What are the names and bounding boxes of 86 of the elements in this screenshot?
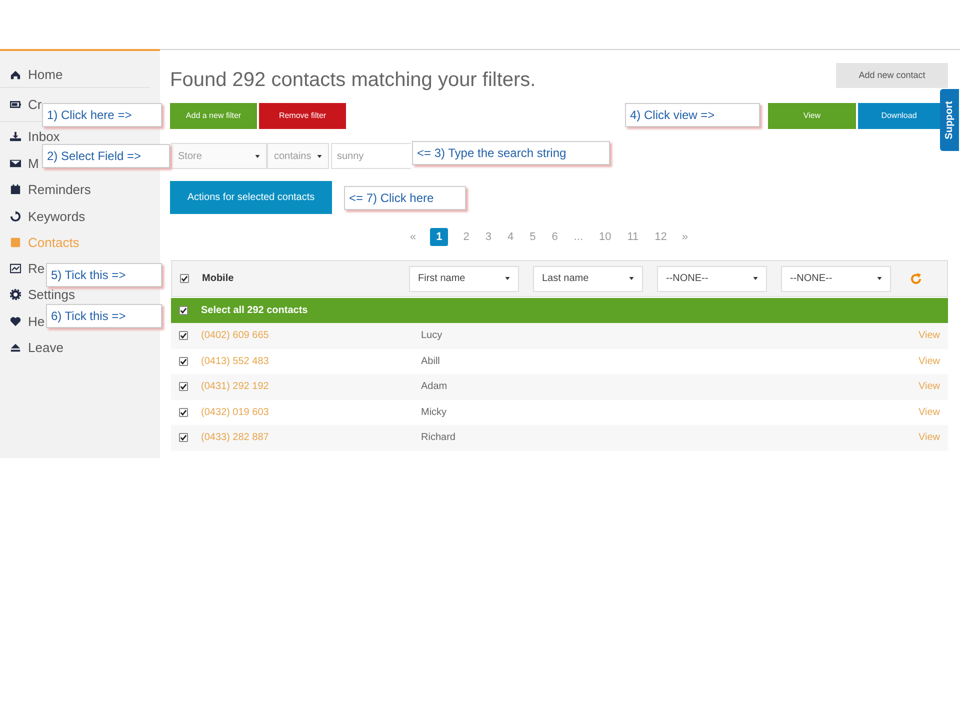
page-link[interactable]: ...: [572, 228, 584, 246]
sidebar-item[interactable]: Inbox: [28, 128, 60, 144]
view-link[interactable]: View: [918, 404, 940, 420]
checkbox[interactable]: [179, 306, 188, 315]
sidebar-item[interactable]: Contacts: [28, 234, 80, 250]
checkbox[interactable]: [179, 382, 188, 392]
view-button[interactable]: View: [768, 103, 856, 129]
page-link[interactable]: 10: [598, 228, 612, 246]
column-select[interactable]: Last name: [533, 266, 643, 292]
caret-icon: [877, 277, 882, 280]
checkbox[interactable]: [179, 356, 188, 366]
square-icon: [10, 236, 21, 248]
refresh-icon: [10, 210, 21, 222]
caret-icon: [629, 277, 634, 280]
page-link[interactable]: 5: [528, 228, 537, 246]
table-cell-text: Adam: [421, 380, 448, 394]
home-icon: [10, 68, 21, 80]
sidebar-item[interactable]: Settings: [28, 287, 75, 302]
table-cell-text: Abill: [421, 354, 441, 369]
callout: <= 3) Type the search string: [412, 141, 610, 165]
add-filter-button[interactable]: Add a new filter: [170, 103, 257, 129]
inbox-tray-icon: [10, 130, 21, 142]
view-link[interactable]: View: [918, 354, 940, 369]
view-link[interactable]: View: [918, 430, 940, 446]
page-link[interactable]: 3: [484, 228, 492, 246]
column-header: Mobile: [202, 272, 235, 286]
checkbox[interactable]: [179, 408, 188, 417]
sidebar-item[interactable]: He: [28, 314, 45, 329]
select-all-bar[interactable]: Select all 292 contacts: [171, 298, 948, 323]
calendar-icon: [10, 184, 21, 196]
checkbox[interactable]: [179, 433, 188, 442]
callout: 6) Tick this =>: [46, 304, 162, 328]
callout: 1) Click here =>: [42, 103, 162, 127]
next-page-link[interactable]: »: [682, 228, 688, 246]
operator-select[interactable]: contains: [267, 143, 329, 169]
page-link[interactable]: 12: [654, 228, 668, 246]
settings-icon: [10, 289, 21, 300]
caret-icon: [255, 154, 260, 158]
sidebar-item[interactable]: M: [28, 156, 39, 171]
page-heading: Found 292 contacts matching your filters.: [170, 68, 536, 93]
mobile-link[interactable]: (0432) 019 603: [201, 404, 421, 420]
envelope-icon: [10, 158, 21, 169]
page-link[interactable]: 2: [462, 228, 470, 246]
mobile-link[interactable]: (0402) 609 665: [201, 328, 421, 344]
previous-page-link[interactable]: «: [410, 228, 416, 246]
page-link[interactable]: 4: [506, 228, 515, 246]
table-cell-text: Micky: [421, 406, 448, 420]
view-link[interactable]: View: [918, 379, 940, 394]
download-button[interactable]: Download: [858, 103, 940, 129]
view-link[interactable]: View: [918, 328, 940, 344]
search-field[interactable]: sunny: [331, 143, 411, 169]
mobile-link[interactable]: (0413) 552 483: [201, 354, 421, 369]
page-link[interactable]: 11: [626, 228, 640, 246]
sidebar-item[interactable]: Leave: [28, 340, 64, 356]
sidebar-item[interactable]: Re: [28, 261, 45, 276]
column-select[interactable]: --NONE--: [781, 266, 891, 292]
add-contact-button[interactable]: Add new contact: [836, 63, 948, 88]
table-cell-text: Lucy: [421, 329, 444, 344]
actions-button[interactable]: Actions for selected contacts: [170, 181, 332, 214]
checkbox[interactable]: [180, 274, 189, 283]
caret-icon: [505, 277, 510, 280]
sidebar-item[interactable]: Home: [28, 66, 63, 82]
callout: 2) Select Field =>: [42, 144, 170, 168]
caret-icon: [753, 277, 758, 280]
caret-icon: [317, 154, 322, 158]
eject-icon: [10, 342, 21, 354]
sidebar-item[interactable]: Reminders: [28, 182, 91, 198]
table-cell-text: Richard: [421, 431, 456, 446]
column-select[interactable]: --NONE--: [657, 266, 767, 292]
callout: 5) Tick this =>: [46, 263, 162, 287]
column-select[interactable]: First name: [409, 266, 519, 292]
remove-filter-button[interactable]: Remove filter: [259, 103, 346, 129]
support-tab[interactable]: Support: [940, 89, 959, 151]
checkbox[interactable]: [179, 331, 188, 340]
sidebar-item[interactable]: Keywords: [28, 208, 86, 224]
sidebar-item[interactable]: Cr: [28, 97, 42, 112]
page-link[interactable]: 6: [550, 228, 559, 246]
chart-icon: [10, 263, 21, 274]
heart-icon: [10, 316, 21, 327]
callout: 4) Click view =>: [625, 103, 760, 127]
select-all-label: Select all 292 contacts: [201, 304, 308, 318]
page-link[interactable]: 1: [430, 228, 448, 246]
mobile-link[interactable]: (0431) 292 192: [201, 379, 421, 394]
callout: <= 7) Click here: [344, 186, 466, 210]
field-select[interactable]: Store: [171, 143, 267, 169]
mobile-link[interactable]: (0433) 282 887: [201, 430, 421, 446]
